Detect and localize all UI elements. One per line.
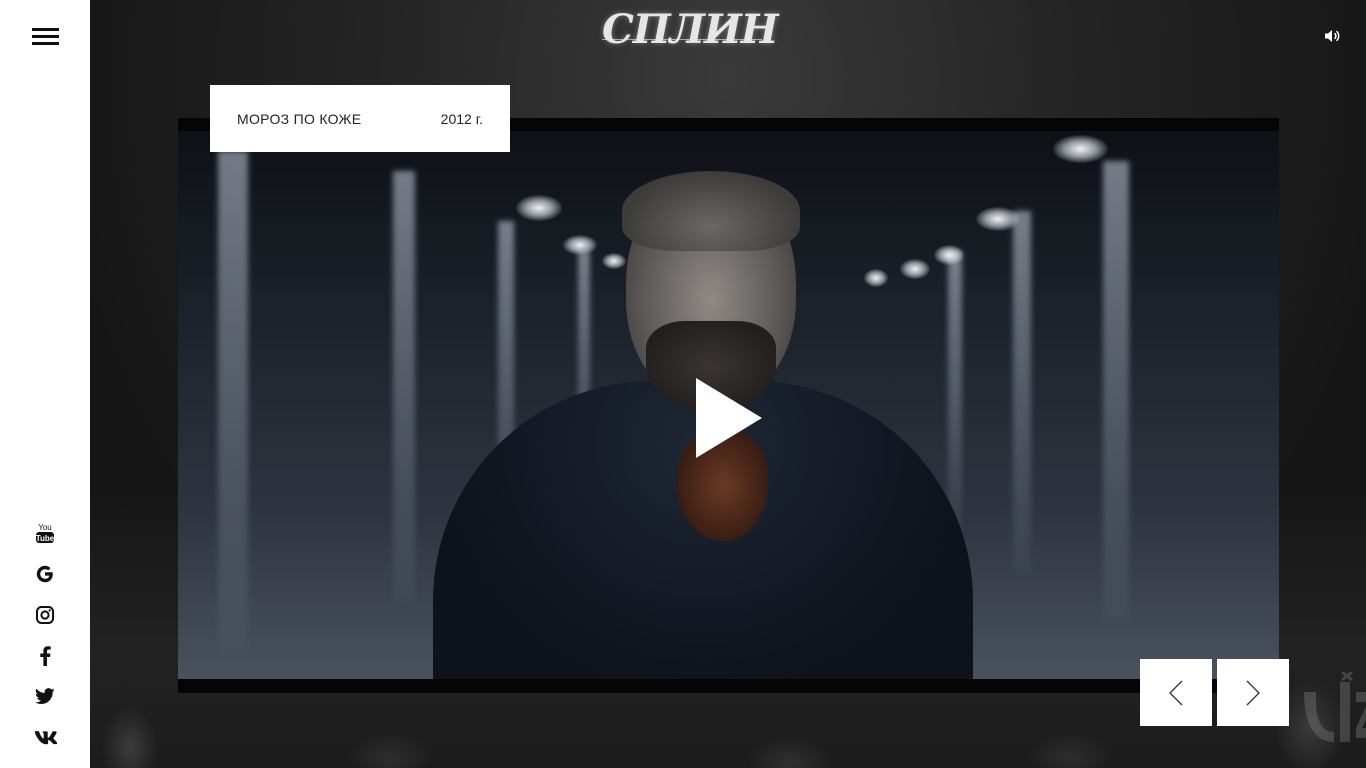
person-hair xyxy=(622,171,800,251)
tunnel-light xyxy=(563,235,597,255)
logo-text: СПЛИН xyxy=(602,6,779,53)
twitter-icon xyxy=(35,688,55,705)
google-link[interactable] xyxy=(0,553,90,594)
hamburger-line xyxy=(32,42,59,45)
facebook-icon xyxy=(40,645,51,666)
chevron-left-icon xyxy=(1169,680,1183,705)
video-title: МОРОЗ ПО КОЖЕ xyxy=(237,110,362,127)
previous-video-button[interactable] xyxy=(1140,659,1212,726)
tunnel-pillar xyxy=(948,251,962,531)
chevron-right-icon xyxy=(1246,680,1260,705)
tunnel-light xyxy=(934,245,964,265)
play-icon xyxy=(696,378,762,458)
google-icon xyxy=(36,565,53,582)
video-year: 2012 г. xyxy=(440,110,483,127)
svg-text:You: You xyxy=(38,523,52,532)
next-video-button[interactable] xyxy=(1217,659,1289,726)
twitter-link[interactable] xyxy=(0,676,90,717)
band-logo[interactable]: СПЛИН xyxy=(602,4,779,66)
sound-toggle-button[interactable] xyxy=(1324,28,1340,44)
sidebar: You Tube xyxy=(0,0,90,768)
speaker-icon xyxy=(1325,30,1340,42)
youtube-link[interactable]: You Tube xyxy=(0,512,90,553)
youtube-icon: You Tube xyxy=(36,523,55,543)
vk-link[interactable] xyxy=(0,717,90,758)
tunnel-light xyxy=(516,195,562,221)
instagram-icon xyxy=(36,605,54,624)
tunnel-light xyxy=(1053,135,1108,163)
video-thumbnail[interactable] xyxy=(178,131,1279,679)
social-links: You Tube xyxy=(0,512,90,758)
tunnel-light xyxy=(976,207,1020,231)
hamburger-icon xyxy=(32,28,59,31)
instagram-link[interactable] xyxy=(0,594,90,635)
menu-button[interactable] xyxy=(32,28,59,46)
tunnel-light xyxy=(864,269,888,287)
tunnel-light xyxy=(602,253,626,269)
main-stage: СПЛИН МОРОЗ ПО КОЖЕ 2012 г. xyxy=(90,0,1366,768)
play-button[interactable] xyxy=(696,378,762,458)
video-title-card: МОРОЗ ПО КОЖЕ 2012 г. xyxy=(210,85,510,152)
tunnel-pillar xyxy=(1103,161,1129,621)
tunnel-pillar xyxy=(1013,211,1031,571)
vk-icon xyxy=(34,730,57,744)
tunnel-pillar xyxy=(393,171,415,601)
facebook-link[interactable] xyxy=(0,635,90,676)
video-player[interactable] xyxy=(178,118,1279,693)
tunnel-pillar xyxy=(218,151,248,651)
svg-text:Tube: Tube xyxy=(36,534,55,543)
watermark-logo xyxy=(1304,672,1366,742)
hamburger-line xyxy=(32,35,59,38)
tunnel-light xyxy=(900,259,930,279)
